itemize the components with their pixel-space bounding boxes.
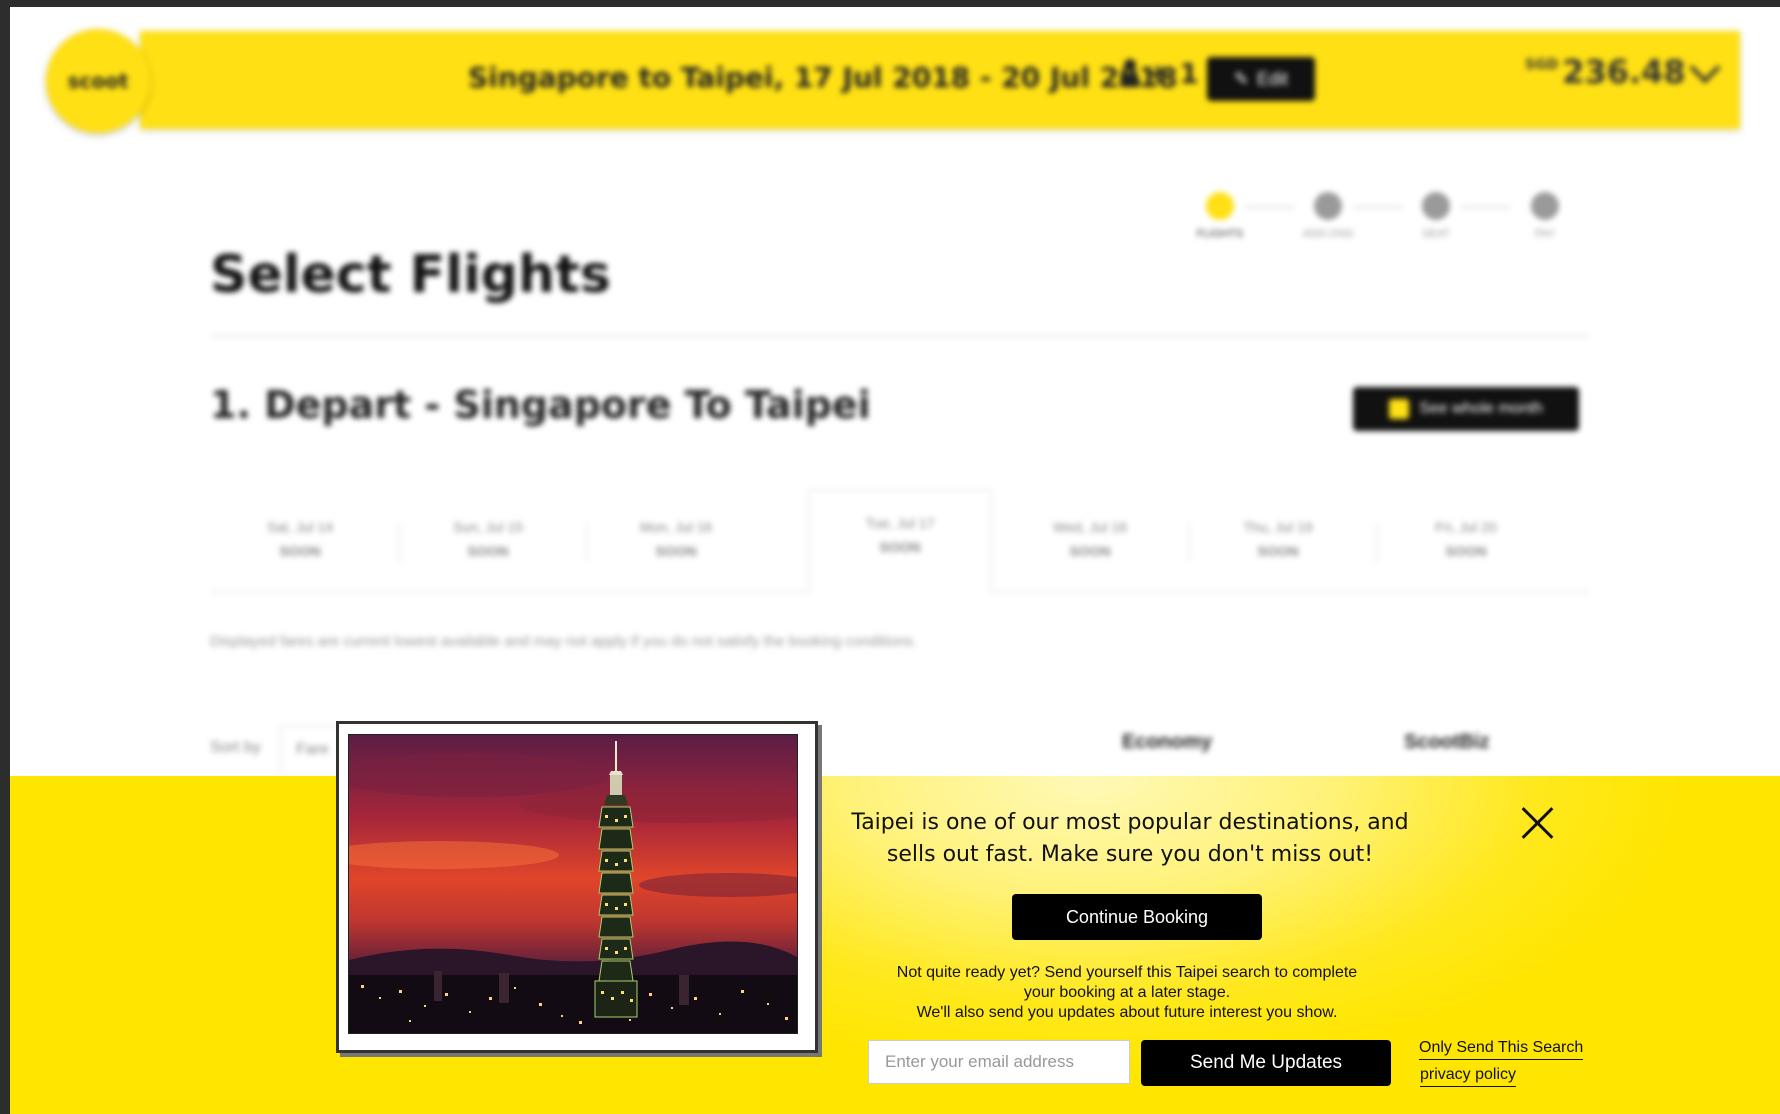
route-summary: Singapore to Taipei, 17 Jul 2018 - 20 Ju…: [468, 61, 1178, 94]
total-price[interactable]: SGD 236.48: [1525, 53, 1686, 91]
edit-search-button[interactable]: ✎ Edit: [1207, 57, 1315, 101]
chevron-down-icon[interactable]: [1689, 52, 1721, 84]
date-tab[interactable]: Fri, Jul 20 SOON: [1376, 495, 1556, 589]
scoot-logo[interactable]: scoot: [46, 29, 150, 133]
continue-booking-button[interactable]: Continue Booking: [1012, 894, 1262, 940]
browser-viewport: Singapore to Taipei, 17 Jul 2018 - 20 Ju…: [10, 7, 1780, 1114]
date-tabs: Sat, Jul 14 SOON Sun, Jul 15 SOON Mon, Jul…: [210, 489, 1590, 593]
privacy-policy-link[interactable]: privacy policy: [1420, 1066, 1517, 1087]
booking-summary-bar: Singapore to Taipei, 17 Jul 2018 - 20 Ju…: [140, 31, 1740, 129]
date-tab[interactable]: Sat, Jul 14 SOON: [210, 495, 390, 589]
progress-steps: FLIGHTS ADD-ONS SEAT PAY: [1165, 192, 1559, 252]
popup-headline: Taipei is one of our most popular destin…: [851, 810, 1409, 867]
fare-disclaimer: Displayed fares are current lowest avail…: [210, 633, 918, 650]
email-field[interactable]: [868, 1040, 1130, 1084]
sort-label: Sort by: [210, 739, 261, 756]
section-title: 1. Depart - Singapore To Taipei: [210, 383, 871, 427]
see-whole-month-button[interactable]: See whole month: [1353, 387, 1579, 431]
calendar-icon: [1389, 399, 1410, 419]
send-me-updates-button[interactable]: Send Me Updates: [1141, 1040, 1391, 1086]
date-tab[interactable]: Thu, Jul 19 SOON: [1188, 495, 1368, 589]
step-addons: ADD-ONS: [1273, 192, 1383, 240]
taipei-101-photo: [348, 734, 798, 1034]
background-page: Singapore to Taipei, 17 Jul 2018 - 20 Ju…: [10, 7, 1780, 777]
date-tab[interactable]: Wed, Jul 18 SOON: [1000, 495, 1180, 589]
close-icon[interactable]: [1520, 805, 1556, 841]
person-icon: [1120, 59, 1140, 87]
economy-column-header: Economy: [1122, 731, 1213, 753]
step-seat: SEAT: [1381, 192, 1491, 240]
scootbiz-column-header: ScootBiz: [1404, 731, 1490, 753]
only-send-this-search-link[interactable]: Only Send This Search: [1419, 1039, 1584, 1060]
passenger-count[interactable]: + 1: [1120, 57, 1199, 90]
date-tab[interactable]: Sun, Jul 15 SOON: [398, 495, 578, 589]
page-title: Select Flights: [210, 245, 611, 305]
step-pay: PAY: [1490, 192, 1600, 240]
date-tab[interactable]: Mon, Jul 16 SOON: [586, 495, 766, 589]
step-flights: FLIGHTS: [1165, 192, 1275, 240]
destination-postcard: [336, 721, 818, 1053]
popup-info-text: Not quite ready yet? Send yourself this …: [896, 964, 1358, 1021]
date-tab-selected[interactable]: Tue, Jul 17 SOON: [808, 489, 992, 593]
divider: [210, 335, 1590, 337]
pencil-icon: ✎: [1233, 68, 1250, 89]
